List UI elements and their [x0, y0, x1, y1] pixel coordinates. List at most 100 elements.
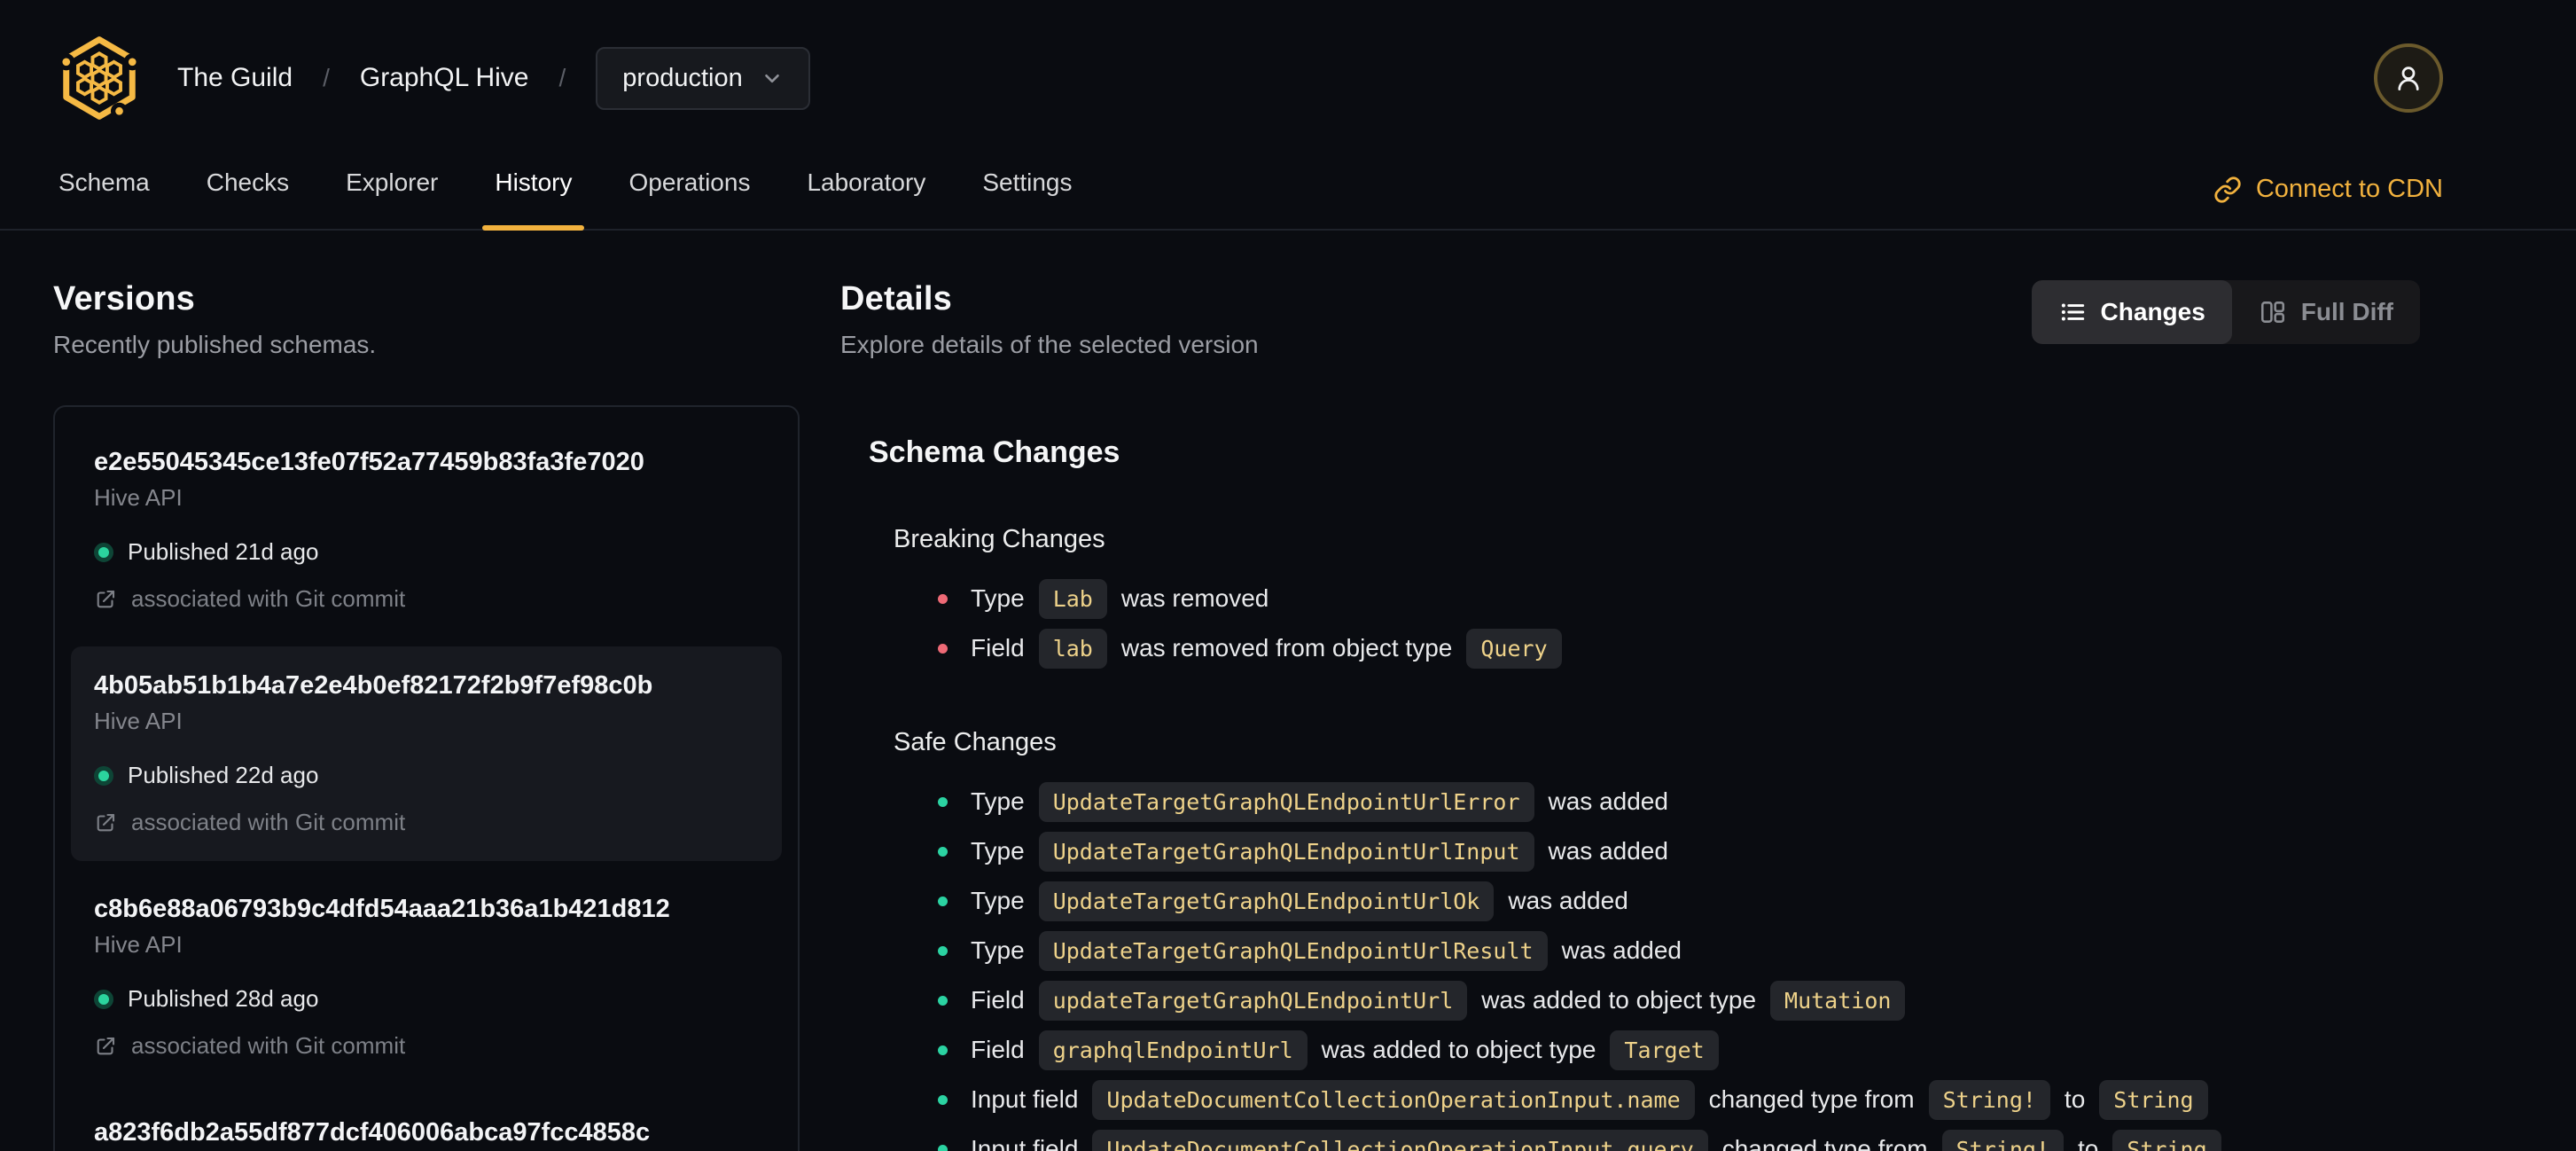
details-title: Details [840, 280, 953, 317]
change-item: Type UpdateTargetGraphQLEndpointUrlInput… [938, 826, 2420, 876]
breaking-bullet-icon [938, 593, 948, 604]
schema-changes-section: Schema Changes Breaking Changes Type Lab… [869, 435, 2420, 1151]
history-page: Versions Recently published schemas. e2e… [0, 231, 2576, 1151]
published-label: Published 21d ago [128, 538, 319, 565]
safe-bullet-icon [938, 1094, 948, 1105]
breadcrumb-organization[interactable]: The Guild [177, 63, 293, 93]
tab-laboratory[interactable]: Laboratory [807, 168, 925, 229]
connect-to-cdn-label: Connect to CDN [2255, 175, 2443, 203]
version-service: Hive API [94, 484, 183, 511]
split-diff-icon [2260, 301, 2284, 323]
published-label: Published 28d ago [128, 985, 319, 1012]
tab-history[interactable]: History [482, 168, 585, 231]
versions-subtitle: Recently published schemas. [53, 331, 377, 358]
tab-checks[interactable]: Checks [207, 168, 289, 229]
safe-bullet-icon [938, 896, 948, 906]
safe-bullet-icon [938, 1045, 948, 1055]
change-text: was removed from object type [1120, 634, 1453, 662]
safe-changes-list: Type UpdateTargetGraphQLEndpointUrlError… [938, 777, 2420, 1151]
version-hash: c8b6e88a06793b9c4dfd54aaa21b36a1b421d812 [94, 895, 670, 923]
top-bar: The Guild / GraphQL Hive / production Sc… [0, 0, 2576, 231]
details-panel: Details Explore details of the selected … [840, 280, 2420, 1151]
change-code: String! [1928, 1079, 2050, 1120]
details-title-block: Details Explore details of the selected … [840, 280, 1259, 359]
link-icon [2214, 176, 2241, 203]
version-card[interactable]: a823f6db2a55df877dcf406006abca97fcc4858c… [71, 1093, 782, 1151]
project-nav: Schema Checks Explorer History Operation… [0, 133, 2576, 231]
change-text: Type [971, 837, 1025, 865]
change-code: String! [1941, 1129, 2064, 1151]
version-card-selected[interactable]: 4b05ab51b1b4a7e2e4b0ef82172f2b9f7ef98c0b… [71, 646, 782, 861]
full-diff-view-label: Full Diff [2300, 298, 2393, 325]
change-text: was added [1548, 787, 1668, 815]
change-text: Type [971, 887, 1025, 914]
change-text: Input field [971, 1135, 1079, 1151]
published-status-dot [94, 765, 113, 786]
change-item: Type UpdateTargetGraphQLEndpointUrlOk wa… [938, 876, 2420, 926]
breadcrumb-separator: / [558, 64, 566, 91]
external-link-icon [97, 813, 115, 831]
list-icon [2061, 303, 2084, 321]
git-commit-link[interactable]: associated with Git commit [94, 585, 759, 613]
changes-view-label: Changes [2100, 298, 2205, 325]
external-link-icon [97, 590, 115, 607]
change-text: Field [971, 634, 1025, 662]
change-text: changed type from [1708, 1085, 1915, 1113]
git-commit-link[interactable]: associated with Git commit [94, 1032, 759, 1060]
tab-schema[interactable]: Schema [59, 168, 150, 229]
change-text: Field [971, 1036, 1025, 1063]
details-subtitle: Explore details of the selected version [840, 331, 1259, 358]
version-published: Published 28d ago [94, 985, 759, 1013]
schema-changes-title: Schema Changes [869, 435, 1120, 469]
breaking-bullet-icon [938, 643, 948, 654]
full-diff-view-button[interactable]: Full Diff [2232, 280, 2420, 344]
tab-operations[interactable]: Operations [628, 168, 750, 229]
breadcrumb-project[interactable]: GraphQL Hive [360, 63, 529, 93]
breaking-changes-group: Breaking Changes Type Lab was removed Fi… [894, 525, 2420, 673]
change-item: Input field UpdateDocumentCollectionOper… [938, 1075, 2420, 1124]
version-hash: a823f6db2a55df877dcf406006abca97fcc4858c [94, 1118, 651, 1147]
version-card[interactable]: c8b6e88a06793b9c4dfd54aaa21b36a1b421d812… [71, 870, 782, 1084]
git-commit-link[interactable]: associated with Git commit [94, 809, 759, 836]
safe-changes-title: Safe Changes [894, 728, 1057, 756]
change-item: Field graphqlEndpointUrl was added to ob… [938, 1025, 2420, 1075]
version-card[interactable]: e2e55045345ce13fe07f52a77459b83fa3fe7020… [71, 423, 782, 638]
version-service: Hive API [94, 931, 183, 958]
change-code: UpdateTargetGraphQLEndpointUrlResult [1038, 930, 1548, 971]
breaking-changes-title: Breaking Changes [894, 525, 1105, 553]
change-text: changed type from [1721, 1135, 1928, 1151]
user-icon [2398, 67, 2419, 90]
change-code: Mutation [1770, 980, 1906, 1021]
change-text: Type [971, 936, 1025, 964]
tab-explorer[interactable]: Explorer [346, 168, 438, 229]
user-avatar-button[interactable] [2374, 43, 2443, 113]
target-selector[interactable]: production [596, 46, 810, 110]
changes-view-button[interactable]: Changes [2031, 280, 2232, 344]
change-text: was removed [1120, 584, 1269, 612]
change-code: Target [1610, 1030, 1719, 1070]
breadcrumb: The Guild / GraphQL Hive / production [177, 46, 810, 110]
version-published: Published 22d ago [94, 762, 759, 789]
change-code: UpdateDocumentCollectionOperationInput.n… [1092, 1079, 1695, 1120]
change-code: UpdateTargetGraphQLEndpointUrlOk [1038, 881, 1495, 921]
change-item: Type Lab was removed [938, 574, 2420, 623]
version-service: Hive API [94, 708, 183, 734]
versions-panel: Versions Recently published schemas. e2e… [53, 280, 800, 1151]
published-status-dot [94, 542, 113, 562]
version-published: Published 21d ago [94, 538, 759, 566]
safe-changes-group: Safe Changes Type UpdateTargetGraphQLEnd… [894, 728, 2420, 1151]
versions-title: Versions [53, 280, 196, 317]
git-commit-label: associated with Git commit [131, 809, 406, 835]
tab-settings[interactable]: Settings [982, 168, 1072, 229]
connect-to-cdn-link[interactable]: Connect to CDN [2213, 175, 2443, 229]
change-text: was added to object type [1481, 986, 1757, 1014]
external-link-icon [97, 1037, 115, 1054]
change-text: Input field [971, 1085, 1079, 1113]
change-item: Type UpdateTargetGraphQLEndpointUrlError… [938, 777, 2420, 826]
change-item: Field lab was removed from object type Q… [938, 623, 2420, 673]
change-code: Lab [1038, 578, 1107, 619]
change-text: was added [1508, 887, 1628, 914]
hive-logo[interactable] [53, 32, 145, 124]
safe-bullet-icon [938, 995, 948, 1006]
change-text: Field [971, 986, 1025, 1014]
